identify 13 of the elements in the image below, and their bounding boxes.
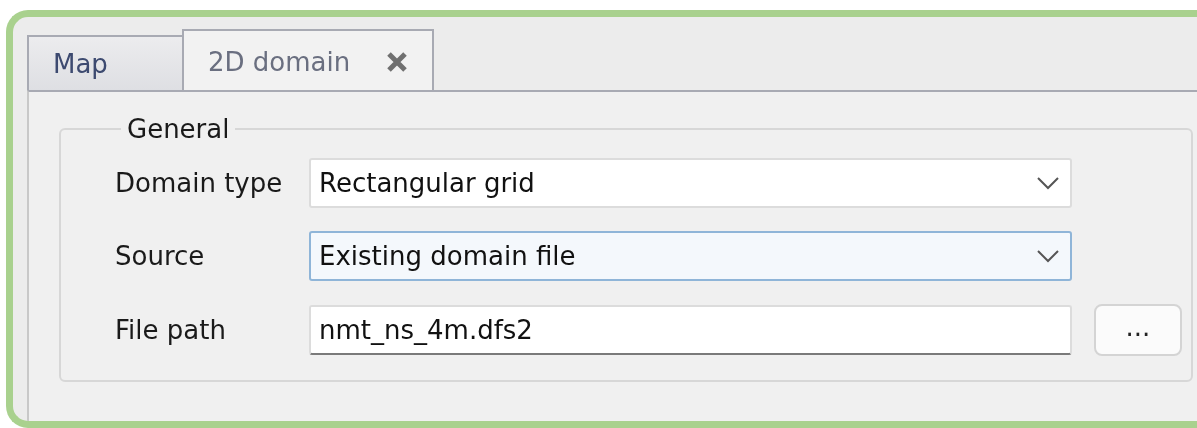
tab[interactable]: Map (27, 35, 184, 92)
caret-icon (1036, 249, 1060, 263)
field-label: Source (115, 241, 206, 271)
dropdown[interactable]: Rectangular grid (309, 158, 1072, 208)
dropdown[interactable]: Existing domain file (309, 231, 1072, 281)
browse-button[interactable]: ... (1094, 304, 1182, 356)
group-title: General (126, 114, 231, 144)
input-field[interactable]: nmt_ns_4m.dfs2 (309, 305, 1072, 355)
tab[interactable]: 2D domain (182, 29, 435, 92)
close-icon[interactable] (386, 50, 409, 73)
field-label: Domain type (115, 168, 284, 198)
caret-icon (1036, 176, 1060, 190)
field-label: File path (115, 315, 227, 345)
